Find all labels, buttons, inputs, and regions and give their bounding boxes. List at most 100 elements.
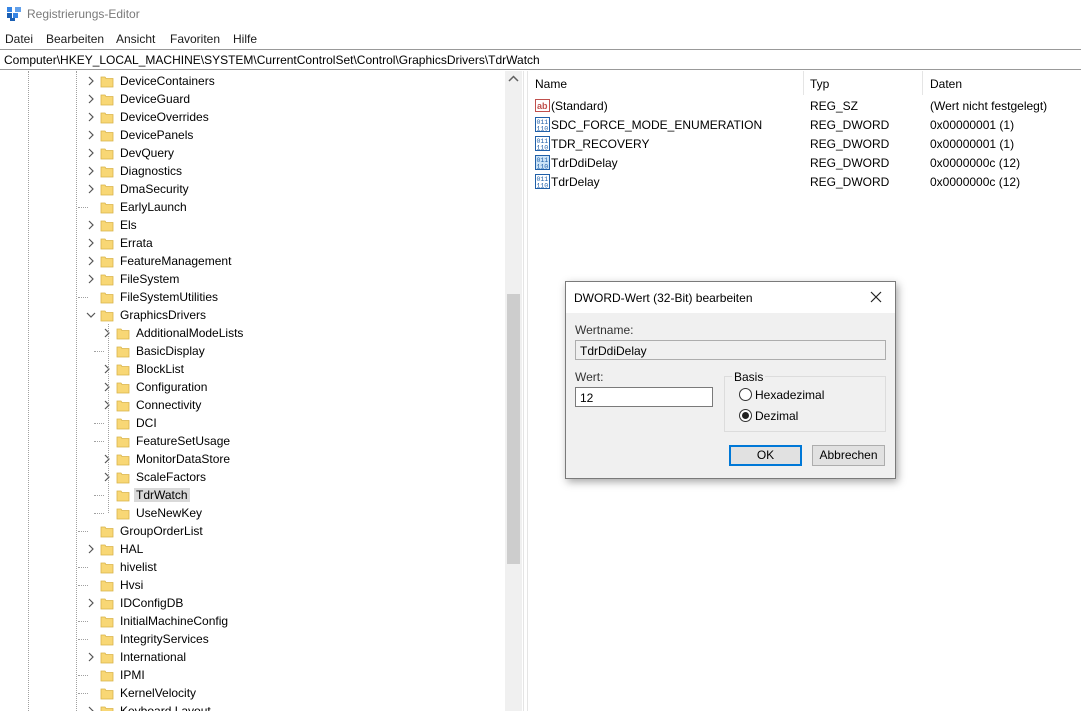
chevron-right-icon[interactable]: [86, 651, 96, 663]
scroll-thumb[interactable]: [507, 294, 520, 564]
menu-favoriten[interactable]: Favoriten: [170, 32, 220, 46]
tree-item[interactable]: Hvsi: [0, 576, 505, 594]
value-row[interactable]: 011 110 TdrDelay REG_DWORD 0x0000000c (12): [529, 172, 1081, 191]
tree-item[interactable]: Connectivity: [0, 396, 505, 414]
tree-item[interactable]: Keyboard Layout: [0, 702, 505, 711]
binary-value-icon: 011110: [535, 117, 550, 132]
value-name-cell: SDC_FORCE_MODE_ENUMERATION: [551, 118, 763, 132]
chevron-right-icon[interactable]: [102, 453, 112, 465]
close-icon[interactable]: [869, 290, 883, 304]
chevron-right-icon[interactable]: [86, 273, 96, 285]
list-header: Name Typ Daten: [529, 71, 1081, 95]
value-row[interactable]: 011 110 SDC_FORCE_MODE_ENUMERATION REG_DWOR…: [529, 115, 1081, 134]
folder-icon: [116, 508, 130, 520]
chevron-right-icon[interactable]: [86, 147, 96, 159]
tree-item[interactable]: DeviceGuard: [0, 90, 505, 108]
tree-item[interactable]: BasicDisplay: [0, 342, 505, 360]
chevron-right-icon[interactable]: [86, 543, 96, 555]
tree-item[interactable]: Configuration: [0, 378, 505, 396]
cancel-button[interactable]: Abbrechen: [812, 445, 885, 466]
value-row[interactable]: ab (Standard) REG_SZ (Wert nicht festgelegt…: [529, 96, 1081, 115]
scroll-up-arrow-icon[interactable]: [505, 71, 522, 88]
tree-item[interactable]: DeviceOverrides: [0, 108, 505, 126]
pane-splitter[interactable]: [523, 71, 528, 711]
tree-item[interactable]: TdrWatch: [0, 486, 505, 504]
tree-item[interactable]: DevQuery: [0, 144, 505, 162]
chevron-right-icon[interactable]: [102, 381, 112, 393]
column-divider[interactable]: [803, 71, 804, 95]
chevron-right-icon[interactable]: [86, 597, 96, 609]
chevron-right-icon[interactable]: [102, 471, 112, 483]
column-header-name[interactable]: Name: [535, 77, 567, 91]
tree-item[interactable]: BlockList: [0, 360, 505, 378]
tree-item[interactable]: GroupOrderList: [0, 522, 505, 540]
menu-hilfe[interactable]: Hilfe: [233, 32, 257, 46]
tree-item[interactable]: Els: [0, 216, 505, 234]
tree-item[interactable]: IntegrityServices: [0, 630, 505, 648]
chevron-right-icon[interactable]: [86, 255, 96, 267]
tree-item[interactable]: FeatureSetUsage: [0, 432, 505, 450]
tree-item[interactable]: Errata: [0, 234, 505, 252]
chevron-right-icon[interactable]: [102, 327, 112, 339]
tree-item[interactable]: EarlyLaunch: [0, 198, 505, 216]
tree-item[interactable]: FileSystem: [0, 270, 505, 288]
tree-item[interactable]: IPMI: [0, 666, 505, 684]
value-row[interactable]: 011 110 TdrDdiDelay REG_DWORD 0x0000000c (12…: [529, 153, 1081, 172]
tree-item[interactable]: DeviceContainers: [0, 72, 505, 90]
chevron-right-icon[interactable]: [86, 219, 96, 231]
chevron-right-icon[interactable]: [86, 111, 96, 123]
hex-radio-label[interactable]: Hexadezimal: [755, 388, 824, 402]
chevron-right-icon[interactable]: [86, 705, 96, 711]
tree-item[interactable]: KernelVelocity: [0, 684, 505, 702]
hex-radio[interactable]: [739, 388, 752, 401]
chevron-right-icon[interactable]: [102, 363, 112, 375]
value-name-field: TdrDdiDelay: [575, 340, 886, 360]
tree-item[interactable]: FeatureManagement: [0, 252, 505, 270]
chevron-right-icon[interactable]: [86, 129, 96, 141]
base-groupbox: [724, 376, 886, 432]
column-header-type[interactable]: Typ: [810, 77, 829, 91]
column-divider[interactable]: [922, 71, 923, 95]
tree-item[interactable]: IDConfigDB: [0, 594, 505, 612]
tree-item[interactable]: FileSystemUtilities: [0, 288, 505, 306]
tree-item[interactable]: MonitorDataStore: [0, 450, 505, 468]
chevron-right-icon[interactable]: [86, 237, 96, 249]
chevron-right-icon[interactable]: [102, 399, 112, 411]
tree-item[interactable]: ScaleFactors: [0, 468, 505, 486]
value-type-cell: REG_DWORD: [810, 156, 890, 170]
dialog-title: DWORD-Wert (32-Bit) bearbeiten: [574, 291, 753, 305]
tree-item-label: HAL: [120, 542, 144, 556]
menu-ansicht[interactable]: Ansicht: [116, 32, 155, 46]
tree-item[interactable]: hivelist: [0, 558, 505, 576]
tree-item[interactable]: DevicePanels: [0, 126, 505, 144]
chevron-right-icon[interactable]: [86, 165, 96, 177]
address-bar[interactable]: Computer\HKEY_LOCAL_MACHINE\SYSTEM\Curre…: [0, 49, 1081, 70]
binary-value-icon: 011110: [535, 136, 550, 151]
value-data-input[interactable]: 12: [575, 387, 713, 407]
menu-bearbeiten[interactable]: Bearbeiten: [46, 32, 104, 46]
tree-item[interactable]: HAL: [0, 540, 505, 558]
tree-item[interactable]: GraphicsDrivers: [0, 306, 505, 324]
chevron-down-icon[interactable]: [86, 309, 96, 321]
tree-item[interactable]: AdditionalModeLists: [0, 324, 505, 342]
menu-datei[interactable]: Datei: [5, 32, 33, 46]
dec-radio-label[interactable]: Dezimal: [755, 409, 798, 423]
chevron-right-icon[interactable]: [86, 93, 96, 105]
chevron-right-icon[interactable]: [86, 75, 96, 87]
value-row[interactable]: 011 110 TDR_RECOVERY REG_DWORD 0x00000001 (1…: [529, 134, 1081, 153]
dec-radio[interactable]: [739, 409, 752, 422]
tree-item[interactable]: International: [0, 648, 505, 666]
value-data-cell: 0x00000001 (1): [930, 137, 1015, 151]
chevron-right-icon[interactable]: [86, 183, 96, 195]
tree-item[interactable]: DCI: [0, 414, 505, 432]
key-tree[interactable]: DeviceContainers DeviceGuard DeviceOverrid…: [0, 71, 522, 711]
folder-icon: [100, 544, 114, 556]
tree-item[interactable]: InitialMachineConfig: [0, 612, 505, 630]
column-header-data[interactable]: Daten: [930, 77, 962, 91]
tree-item[interactable]: Diagnostics: [0, 162, 505, 180]
tree-scrollbar[interactable]: [505, 71, 522, 711]
tree-item[interactable]: DmaSecurity: [0, 180, 505, 198]
svg-text:ab: ab: [537, 101, 548, 111]
ok-button[interactable]: OK: [729, 445, 802, 466]
tree-item[interactable]: UseNewKey: [0, 504, 505, 522]
